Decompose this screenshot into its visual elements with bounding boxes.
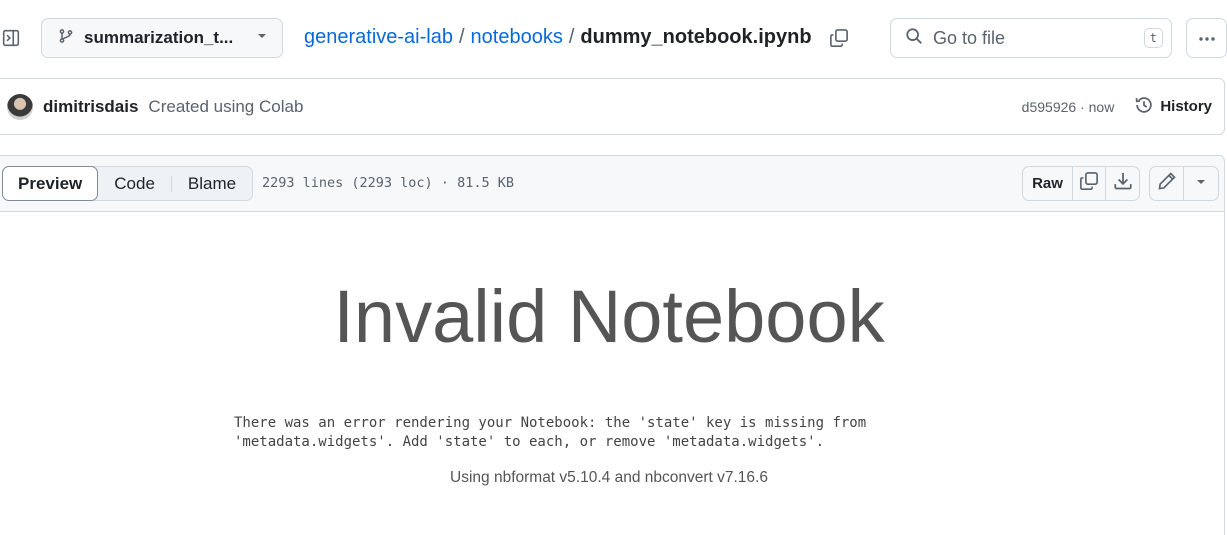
avatar[interactable] — [7, 93, 33, 120]
git-branch-icon — [58, 28, 74, 49]
go-to-file-placeholder: Go to file — [933, 27, 1006, 48]
breadcrumb-file-name: dummy_notebook.ipynb — [580, 26, 812, 48]
commit-author-link[interactable]: dimitrisdais — [43, 97, 138, 117]
chevron-down-icon — [256, 29, 268, 47]
edit-file-button[interactable] — [1150, 167, 1184, 200]
tab-blame[interactable]: Blame — [172, 167, 252, 200]
raw-button[interactable]: Raw — [1023, 167, 1073, 200]
commit-sha-time[interactable]: d595926 · now — [1022, 99, 1115, 115]
search-icon — [905, 27, 923, 50]
copy-raw-button[interactable] — [1073, 167, 1106, 200]
file-info: 2293 lines (2293 loc) · 81.5 KB — [262, 175, 514, 191]
pencil-icon — [1157, 171, 1177, 196]
breadcrumb-separator: / — [568, 26, 575, 48]
copy-icon — [1079, 171, 1099, 196]
chevron-down-icon — [1195, 175, 1207, 193]
history-button[interactable]: History — [1134, 95, 1212, 119]
breadcrumb-separator: / — [458, 26, 465, 48]
render-error-message: There was an error rendering your Notebo… — [234, 415, 867, 450]
more-options-button[interactable] — [1186, 18, 1227, 58]
branch-name: summarization_t... — [84, 28, 234, 47]
breadcrumb-repo-link[interactable]: generative-ai-lab — [304, 26, 453, 49]
invalid-notebook-title: Invalid Notebook — [333, 275, 885, 358]
edit-actions-group — [1149, 166, 1219, 201]
history-icon — [1134, 95, 1154, 119]
history-label: History — [1160, 98, 1212, 115]
view-mode-tabs: Preview Code Blame — [2, 166, 254, 201]
kebab-horizontal-icon — [1198, 29, 1216, 47]
tab-preview[interactable]: Preview — [2, 166, 99, 201]
download-icon — [1113, 171, 1133, 196]
keyboard-shortcut-hint: t — [1143, 28, 1163, 48]
latest-commit-bar: dimitrisdais Created using Colab d595926… — [0, 78, 1225, 135]
tab-code[interactable]: Code — [98, 167, 171, 200]
edit-options-dropdown[interactable] — [1184, 167, 1218, 200]
file-actions-group: Raw — [1022, 166, 1140, 201]
go-to-file-input[interactable]: Go to file t — [890, 18, 1172, 58]
commit-message[interactable]: Created using Colab — [148, 97, 303, 117]
breadcrumb: generative-ai-lab / notebooks / dummy_no… — [304, 26, 812, 49]
sidebar-toggle-icon[interactable] — [0, 26, 22, 50]
download-button[interactable] — [1106, 167, 1139, 200]
copy-path-icon[interactable] — [827, 26, 851, 50]
breadcrumb-folder-link[interactable]: notebooks — [471, 26, 563, 49]
branch-selector-button[interactable]: summarization_t... — [41, 18, 283, 58]
nbformat-version-text: Using nbformat v5.10.4 and nbconvert v7.… — [450, 469, 768, 486]
